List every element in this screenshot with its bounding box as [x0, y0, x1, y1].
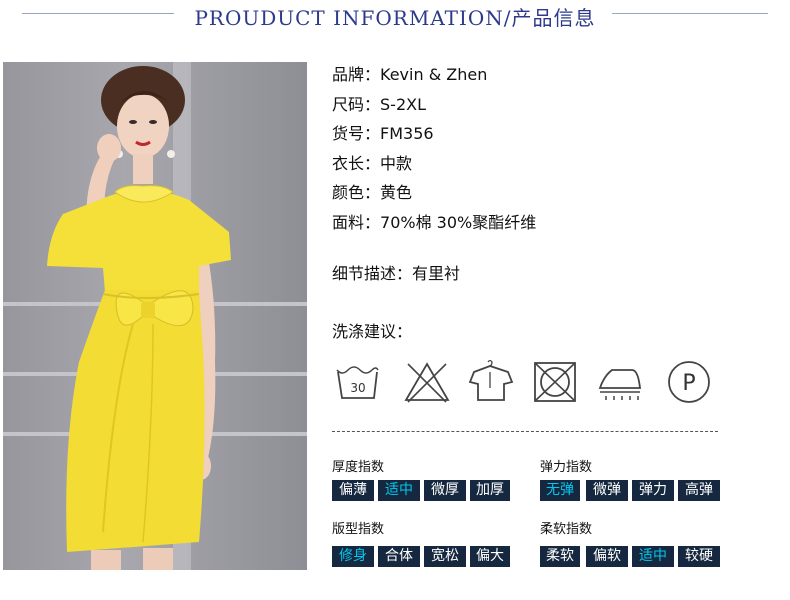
do-not-tumble-dry-icon — [534, 362, 576, 402]
thickness-option-thick: 加厚 — [470, 480, 510, 501]
washing-icons: 30 P — [332, 358, 722, 408]
info-value: Kevin & Zhen — [380, 65, 488, 84]
info-brand: 品牌：Kevin & Zhen — [332, 64, 536, 94]
info-value: FM356 — [380, 124, 434, 143]
do-not-bleach-icon — [404, 362, 450, 403]
elasticity-option-elastic: 弹力 — [632, 480, 674, 501]
softness-index-title: 柔软指数 — [540, 522, 593, 537]
info-value: 70%棉 30%聚酯纤维 — [380, 212, 537, 232]
info-value: 黄色 — [380, 183, 413, 202]
thickness-option-thin: 偏薄 — [332, 480, 374, 501]
section-title: PROUDUCT INFORMATION/产品信息 — [194, 6, 596, 30]
info-length: 衣长：中款 — [332, 153, 536, 183]
iron-icon — [598, 369, 642, 400]
info-item-number: 货号：FM356 — [332, 123, 536, 153]
elasticity-option-high: 高弹 — [678, 480, 720, 501]
info-color: 颜色：黄色 — [332, 182, 536, 212]
info-label: 衣长： — [332, 153, 381, 173]
hang-dry-icon — [468, 359, 514, 401]
softness-option-fairly-soft: 偏软 — [586, 546, 628, 567]
model-in-yellow-dress — [47, 66, 231, 570]
thickness-index-title: 厚度指数 — [332, 460, 385, 475]
info-value: 中款 — [380, 153, 413, 173]
fit-option-large: 偏大 — [470, 546, 510, 567]
detail-label: 细节描述： — [332, 264, 413, 283]
info-label: 品牌： — [332, 65, 381, 84]
product-info-list: 品牌：Kevin & Zhen 尺码：S-2XL 货号：FM356 衣长：中款 … — [332, 64, 536, 241]
detail-value: 有里衬 — [412, 264, 461, 283]
elasticity-index-title: 弹力指数 — [540, 460, 593, 475]
info-size: 尺码：S-2XL — [332, 94, 536, 124]
info-label: 颜色： — [332, 183, 381, 202]
elasticity-option-slight: 微弹 — [586, 480, 628, 501]
fit-option-slim: 修身 — [332, 546, 374, 567]
info-label: 尺码： — [332, 94, 381, 114]
fit-option-loose: 宽松 — [424, 546, 466, 567]
info-value: S-2XL — [380, 94, 426, 114]
washing-label: 洗涤建议： — [332, 322, 413, 341]
product-photo — [3, 62, 307, 570]
thickness-option-slightly-thick: 微厚 — [424, 480, 466, 501]
softness-option-hard: 较硬 — [678, 546, 720, 567]
dry-clean-letter: P — [682, 371, 695, 396]
divider-dashed — [332, 431, 718, 432]
fit-option-regular: 合体 — [378, 546, 420, 567]
info-fabric: 面料：70%棉 30%聚酯纤维 — [332, 212, 536, 242]
info-label: 面料： — [332, 212, 381, 232]
dry-clean-p-icon: P — [668, 361, 710, 403]
elasticity-option-none: 无弹 — [540, 480, 580, 501]
info-label: 货号： — [332, 124, 381, 143]
wash-temp-text: 30 — [350, 381, 365, 395]
fit-index-title: 版型指数 — [332, 522, 385, 537]
wash-30-icon: 30 — [336, 366, 379, 399]
thickness-option-medium: 适中 — [378, 480, 420, 501]
softness-option-medium: 适中 — [632, 546, 674, 567]
detail-description: 细节描述：有里衬 — [332, 260, 460, 284]
softness-option-soft: 柔软 — [540, 546, 580, 567]
